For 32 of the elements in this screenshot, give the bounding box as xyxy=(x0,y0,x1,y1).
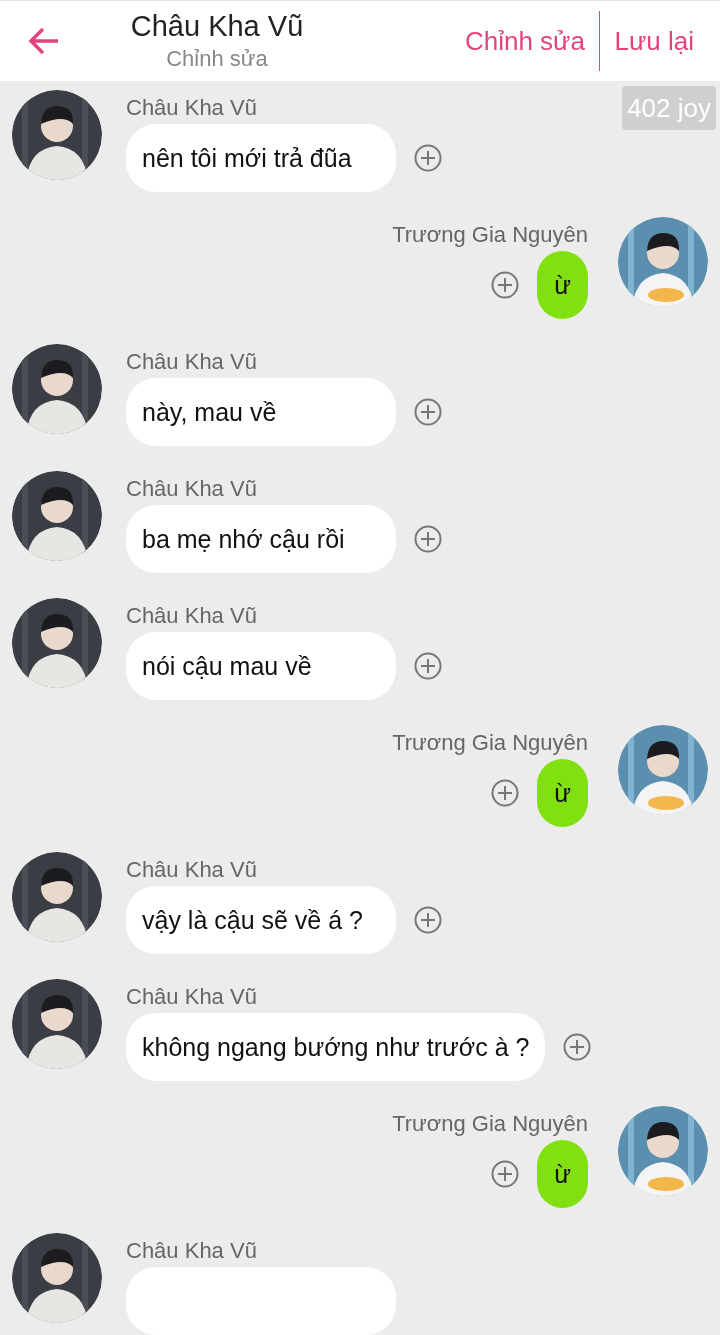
message-bubble: ừ xyxy=(537,1140,588,1208)
sender-name: Trương Gia Nguyên xyxy=(392,1110,588,1138)
sender-name: Châu Kha Vũ xyxy=(126,94,258,122)
add-icon[interactable] xyxy=(414,525,442,553)
sender-name: Trương Gia Nguyên xyxy=(392,729,588,757)
add-icon[interactable] xyxy=(414,144,442,172)
add-icon[interactable] xyxy=(414,398,442,426)
sender-name: Châu Kha Vũ xyxy=(126,348,258,376)
sender-name: Châu Kha Vũ xyxy=(126,602,258,630)
add-icon[interactable] xyxy=(491,779,520,807)
message-bubble: nên tôi mới trả đũa xyxy=(126,124,396,192)
sender-name: Châu Kha Vũ xyxy=(126,983,258,1011)
add-icon[interactable] xyxy=(414,652,442,680)
header-action-button[interactable]: Chỉnh sửa xyxy=(464,21,585,61)
sender-name: Châu Kha Vũ xyxy=(126,1237,258,1265)
message-bubble: ừ xyxy=(537,759,588,827)
add-icon[interactable] xyxy=(414,906,442,934)
chat-title: Châu Kha Vũ xyxy=(130,9,304,44)
message-bubble: vậy là cậu sẽ về á ? xyxy=(126,886,396,954)
sender-name: Trương Gia Nguyên xyxy=(392,221,588,249)
sender-name: Châu Kha Vũ xyxy=(126,475,258,503)
message-bubble: nói cậu mau về xyxy=(126,632,396,700)
message-bubble: không ngang bướng như trước à ? xyxy=(126,1013,546,1081)
message-bubble: ừ xyxy=(537,251,588,319)
add-icon[interactable] xyxy=(491,1160,520,1188)
add-icon[interactable] xyxy=(491,271,520,299)
header-action-button[interactable]: Lưu lại xyxy=(614,21,694,61)
sender-name: Châu Kha Vũ xyxy=(126,856,258,884)
add-icon[interactable] xyxy=(563,1033,592,1061)
message-bubble: ba mẹ nhớ cậu rồi xyxy=(126,505,396,573)
message-bubble: này, mau về xyxy=(126,378,396,446)
chat-subtitle: Chỉnh sửa xyxy=(166,45,268,73)
